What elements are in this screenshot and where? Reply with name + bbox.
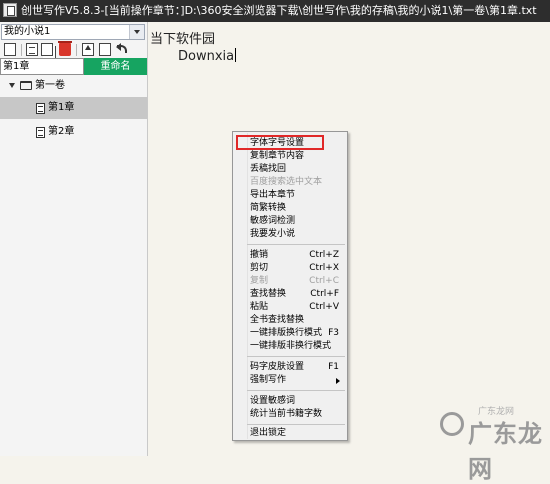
copy-icon[interactable] [41,43,53,56]
watermark-logo [440,412,464,436]
rename-button[interactable]: 重命名 [84,58,147,75]
menu-item-label: 简繁转换 [250,203,287,213]
menu-item-label: 复制 [250,276,269,286]
volume-label: 第一卷 [35,80,65,91]
menu-item-label: 百度搜索选中文本 [250,177,323,187]
menu-item-format-no-newline[interactable]: 一键排版非换行模式 [233,340,347,353]
menu-item-skin-settings[interactable]: 码字皮肤设置 F1 [233,361,347,374]
menu-item-label: 查找替换 [250,289,287,299]
app-icon [3,3,17,17]
menu-separator [247,244,345,245]
chapter-icon [36,103,45,114]
sidebar-toolbar [0,41,147,58]
chapter-label: 第1章 [48,102,75,113]
menu-separator [247,356,345,357]
chapter-list-icon[interactable] [26,43,38,56]
menu-item-export-chapter[interactable]: 导出本章节 [233,189,347,202]
menu-item-cut[interactable]: 剪切 Ctrl+X [233,262,347,275]
editor-line-text: Downxia [178,49,235,64]
menu-item-format-newline[interactable]: 一键排版换行模式 F3 [233,327,347,340]
document-icon[interactable] [99,43,111,56]
menu-separator [247,424,345,425]
book-select-value: 我的小说1 [4,26,51,37]
menu-item-label: 敏感词检测 [250,216,296,226]
tree-volume[interactable]: 第一卷 [0,75,147,97]
menu-item-shortcut: F3 [328,328,339,338]
submenu-arrow-icon [336,378,340,384]
tree-chapter[interactable]: 第2章 [0,121,147,143]
menu-item-label: 丢稿找回 [250,164,287,174]
trash-icon[interactable] [58,41,72,56]
menu-separator [247,390,345,391]
menu-item-undo[interactable]: 撤销 Ctrl+Z [233,249,347,262]
watermark-text: 广东龙网 [468,420,543,483]
menu-item-label: 退出锁定 [250,428,287,438]
menu-item-copy-chapter[interactable]: 复制章节内容 [233,150,347,163]
menu-item-set-sensitive[interactable]: 设置敏感词 [233,395,347,408]
export-icon[interactable] [82,43,94,56]
book-select[interactable]: 我的小说1 [1,24,145,40]
window-title: 创世写作V5.8.3-[当前操作章节：]D:\360安全浏览器下载\创世写作\我… [21,4,537,17]
menu-item-label: 我要发小说 [250,229,296,239]
menu-item-shortcut: F1 [328,362,339,372]
menu-item-shortcut: Ctrl+F [310,289,339,299]
menu-item-sensitive-check[interactable]: 敏感词检测 [233,215,347,228]
menu-item-label: 设置敏感词 [250,396,296,406]
text-caret [235,48,237,62]
menu-item-label: 剪切 [250,263,269,273]
tree-chapter[interactable]: 第1章 [0,97,147,119]
menu-item-recover[interactable]: 丢稿找回 [233,163,347,176]
menu-item-simp-trad[interactable]: 简繁转换 [233,202,347,215]
menu-item-copy[interactable]: 复制 Ctrl+C [233,275,347,288]
menu-item-label: 统计当前书籍字数 [250,409,323,419]
menu-item-shortcut: Ctrl+Z [309,250,339,260]
menu-item-label: 字体字号设置 [250,138,305,148]
text-editor[interactable]: 当下软件园 Downxia [148,22,550,456]
menu-item-publish[interactable]: 我要发小说 [233,228,347,241]
menu-item-baidu-search[interactable]: 百度搜索选中文本 [233,176,347,189]
menu-item-label: 一键排版非换行模式 [250,341,332,351]
menu-item-shortcut: Ctrl+V [309,302,339,312]
menu-item-label: 复制章节内容 [250,151,305,161]
menu-item-shortcut: Ctrl+C [309,276,339,286]
menu-item-book-find-replace[interactable]: 全书查找替换 [233,314,347,327]
menu-item-label: 码字皮肤设置 [250,362,305,372]
menu-item-exit-lock[interactable]: 退出锁定 [233,427,347,440]
toolbar-separator [76,44,77,56]
chapter-name-input[interactable]: 第1章 [0,58,84,75]
title-bar: 创世写作V5.8.3-[当前操作章节：]D:\360安全浏览器下载\创世写作\我… [0,0,550,22]
menu-item-label: 导出本章节 [250,190,296,200]
menu-item-word-count[interactable]: 统计当前书籍字数 [233,408,347,421]
toolbar-separator [21,44,22,56]
expand-arrow-icon[interactable] [9,83,15,88]
editor-line: Downxia [178,48,237,64]
context-menu: 字体字号设置 复制章节内容 丢稿找回 百度搜索选中文本 导出本章节 简繁转换 敏… [232,131,348,441]
menu-item-find-replace[interactable]: 查找替换 Ctrl+F [233,288,347,301]
menu-item-label: 粘贴 [250,302,269,312]
menu-item-shortcut: Ctrl+X [309,263,339,273]
chapter-icon [36,127,45,138]
menu-item-font-settings[interactable]: 字体字号设置 [233,135,347,150]
menu-item-label: 强制写作 [250,375,287,385]
editor-line: 当下软件园 [150,32,216,47]
sidebar: 我的小说1 第1章 重命名 第一卷 第1章 第2章 [0,22,148,456]
menu-item-label: 一键排版换行模式 [250,328,323,338]
menu-item-label: 全书查找替换 [250,315,305,325]
chapter-label: 第2章 [48,126,75,137]
menu-item-paste[interactable]: 粘贴 Ctrl+V [233,301,347,314]
undo-icon[interactable] [116,43,128,56]
menu-item-force-writing[interactable]: 强制写作 [233,374,347,387]
new-chapter-icon[interactable] [4,43,16,56]
chevron-down-icon[interactable] [129,25,144,39]
folder-icon [20,81,32,90]
menu-item-label: 撤销 [250,250,269,260]
